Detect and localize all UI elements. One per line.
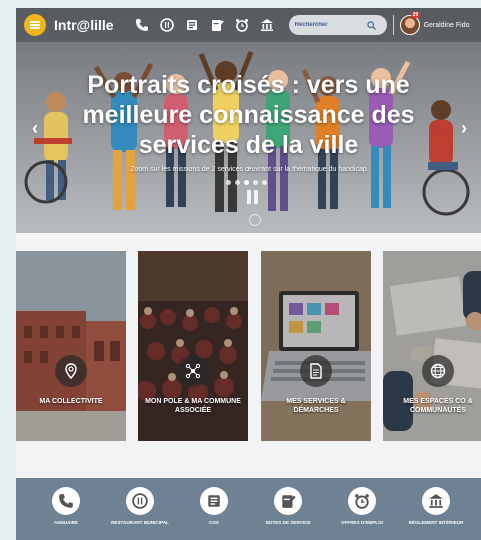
carousel-prev-button[interactable]: ‹ bbox=[32, 118, 38, 139]
alarm-clock-icon[interactable] bbox=[348, 487, 376, 515]
quick-access-label[interactable]: OFFRES D'EMPLOI bbox=[341, 520, 383, 526]
quick-access-label[interactable]: NOTES DE SERVICE bbox=[266, 520, 311, 526]
phone-icon[interactable] bbox=[134, 17, 150, 33]
notes-icon[interactable] bbox=[274, 487, 302, 515]
tile-label: MON POLE & MA COMMUNE ASSOCIÉE bbox=[145, 398, 241, 414]
tile-ma-collectivite[interactable]: MA COLLECTIVITE bbox=[16, 251, 126, 441]
notes-icon[interactable] bbox=[209, 17, 225, 33]
restaurant-icon[interactable] bbox=[159, 17, 175, 33]
tile-label: MES ESPACES CO & COMMUNAUTÉS bbox=[403, 398, 473, 414]
tile-label: MES SERVICES & DÉMARCHES bbox=[286, 398, 346, 414]
building-icon[interactable] bbox=[259, 17, 275, 33]
app-frame: Intr@lille Rechercher 29 Geraldine Fido … bbox=[16, 8, 481, 540]
user-menu[interactable]: 29 Geraldine Fido bbox=[399, 12, 470, 35]
carousel-indicators bbox=[226, 180, 267, 185]
carousel-dot-active[interactable] bbox=[244, 180, 249, 185]
header-divider bbox=[392, 15, 394, 35]
tile-label: MA COLLECTIVITE bbox=[39, 398, 103, 405]
quick-access-restaurant[interactable]: RESTAURANT MUNICIPAL bbox=[105, 487, 175, 526]
search-input[interactable] bbox=[294, 22, 367, 28]
quick-access-reglement[interactable]: RÈGLEMENT INTÉRIEUR bbox=[401, 487, 471, 526]
carousel-progress-icon bbox=[249, 214, 261, 226]
carousel-dot[interactable] bbox=[235, 180, 240, 185]
top-navigation-bar: Intr@lille Rechercher 29 Geraldine Fido bbox=[16, 8, 481, 42]
quick-access-notes-de-service[interactable]: NOTES DE SERVICE bbox=[253, 487, 323, 526]
tile-mes-services[interactable]: MES SERVICES & DÉMARCHES bbox=[261, 251, 371, 441]
phone-icon[interactable] bbox=[52, 487, 80, 515]
restaurant-icon[interactable] bbox=[126, 487, 154, 515]
quick-access-label[interactable]: ANNUAIRE bbox=[54, 520, 78, 526]
search-box[interactable] bbox=[288, 15, 387, 35]
carousel-dot[interactable] bbox=[253, 180, 258, 185]
alarm-clock-icon[interactable] bbox=[234, 17, 250, 33]
quick-access-offres-emploi[interactable]: OFFRES D'EMPLOI bbox=[327, 487, 397, 526]
user-name[interactable]: Geraldine Fido bbox=[424, 22, 470, 29]
carousel-next-button[interactable]: › bbox=[461, 118, 467, 139]
carousel-dot[interactable] bbox=[262, 180, 267, 185]
hamburger-icon bbox=[30, 24, 40, 26]
map-pin-icon bbox=[55, 355, 87, 387]
quick-access-cos[interactable]: COS bbox=[179, 487, 249, 526]
hero-banner[interactable]: Intr@lille Rechercher 29 Geraldine Fido … bbox=[16, 8, 481, 233]
quick-access-label[interactable]: RESTAURANT MUNICIPAL bbox=[111, 520, 169, 526]
hero-title[interactable]: Portraits croisés : vers une meilleure c… bbox=[56, 70, 441, 160]
tile-mon-pole[interactable]: MON POLE & MA COMMUNE ASSOCIÉE bbox=[138, 251, 248, 441]
hero-subtitle: Zoom sur les missions de 2 services œuvr… bbox=[130, 166, 367, 173]
pause-icon[interactable] bbox=[247, 190, 259, 204]
header-shortcuts bbox=[134, 17, 275, 33]
network-icon bbox=[177, 355, 209, 387]
quick-access-label[interactable]: RÈGLEMENT INTÉRIEUR bbox=[409, 520, 464, 526]
globe-icon bbox=[422, 355, 454, 387]
news-icon[interactable] bbox=[184, 17, 200, 33]
carousel-dot[interactable] bbox=[226, 180, 231, 185]
category-tiles: MA COLLECTIVITE MON POLE & MA COMMUNE AS… bbox=[16, 251, 481, 441]
building-icon[interactable] bbox=[422, 487, 450, 515]
tile-mes-espaces-co[interactable]: MES ESPACES CO & COMMUNAUTÉS bbox=[383, 251, 481, 441]
avatar[interactable]: 29 bbox=[399, 12, 421, 35]
quick-access-label[interactable]: COS bbox=[209, 520, 219, 526]
search-icon[interactable] bbox=[366, 20, 376, 30]
document-icon bbox=[300, 355, 332, 387]
quick-access-annuaire[interactable]: ANNUAIRE bbox=[31, 487, 101, 526]
hamburger-menu-button[interactable] bbox=[24, 14, 46, 36]
quick-access-bar: ANNUAIRE RESTAURANT MUNICIPAL COS NOTES … bbox=[16, 478, 481, 540]
news-icon[interactable] bbox=[200, 487, 228, 515]
notification-badge: 29 bbox=[410, 12, 421, 18]
app-brand[interactable]: Intr@lille bbox=[54, 17, 114, 33]
